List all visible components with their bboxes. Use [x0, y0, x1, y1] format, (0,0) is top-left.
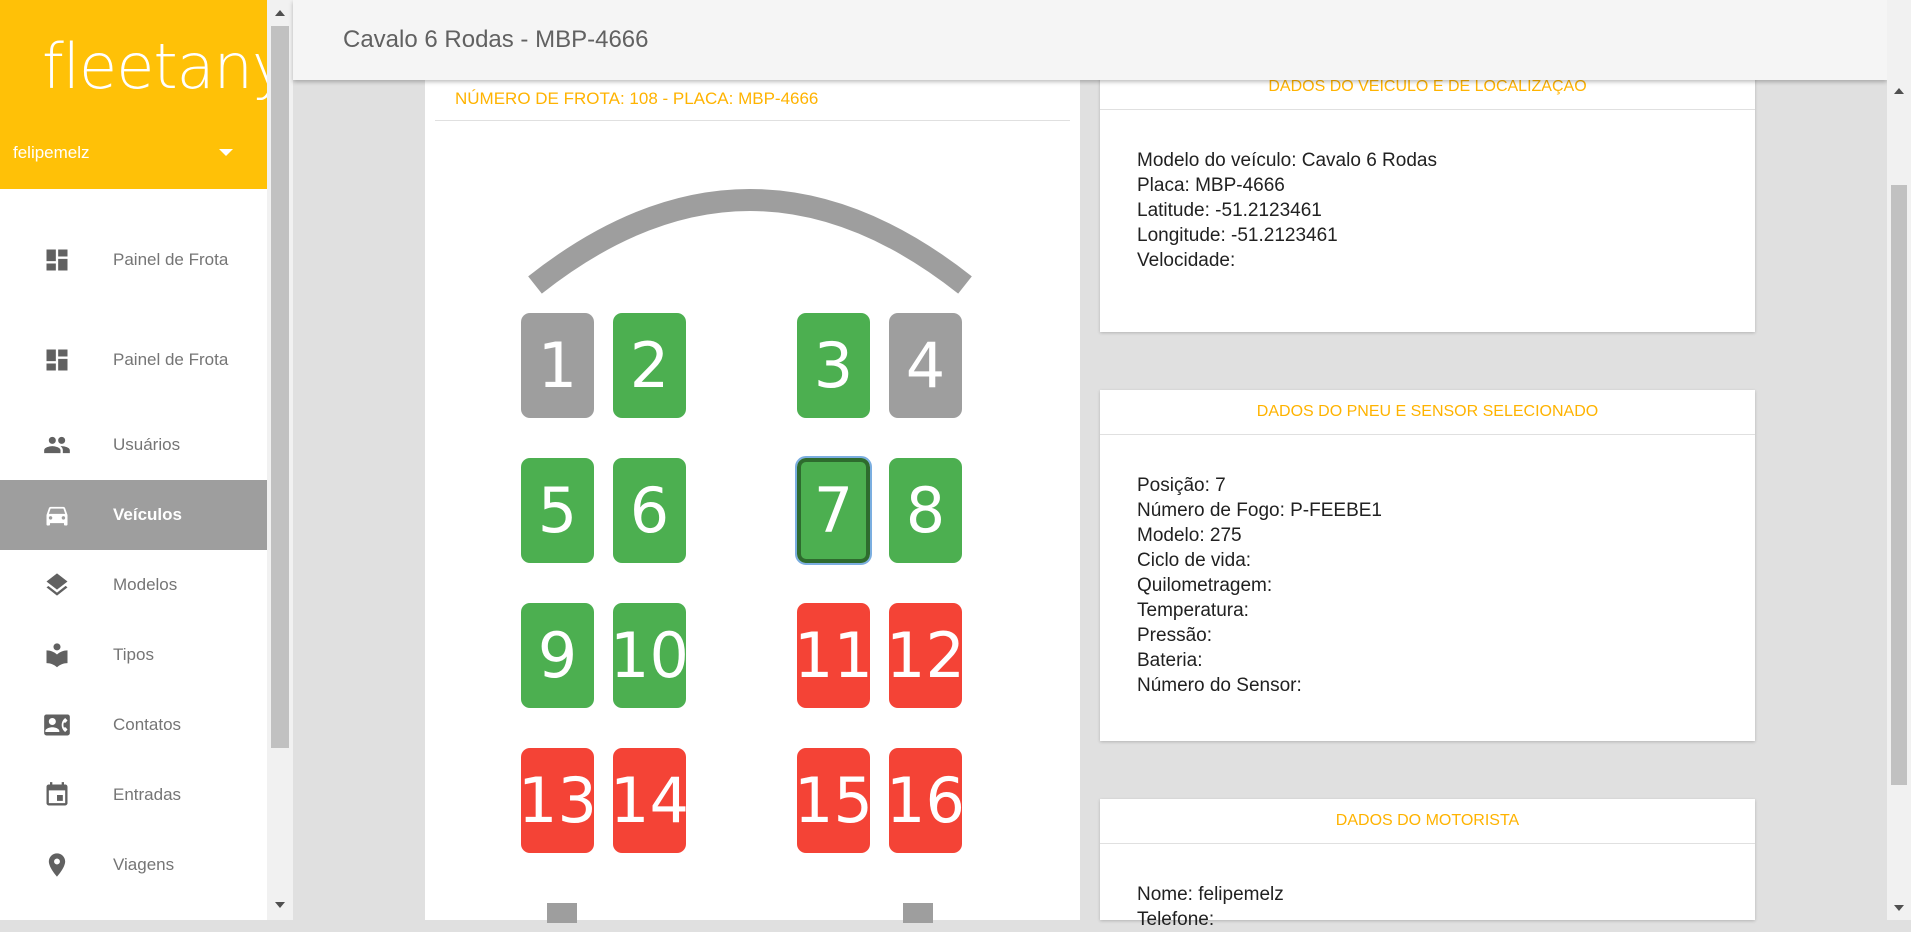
info-line: Ciclo de vida: — [1137, 550, 1252, 571]
tire-6[interactable]: 6 — [613, 458, 686, 563]
axle-stub — [547, 903, 577, 923]
info-line: Nome: felipemelz — [1137, 884, 1284, 905]
info-line: Bateria: — [1137, 650, 1203, 671]
chevron-down-icon[interactable] — [219, 149, 233, 156]
scroll-up-arrow-icon[interactable] — [1894, 88, 1904, 94]
scroll-down-arrow-icon[interactable] — [1894, 905, 1904, 911]
sidebar-item-modelos[interactable]: Modelos — [0, 550, 267, 620]
vehicle-header: NÚMERO DE FROTA: 108 - PLACA: MBP-4666 — [455, 89, 819, 108]
sidebar: fleetany felipemelz Painel de Frota Pain… — [0, 0, 267, 920]
tire-12[interactable]: 12 — [886, 603, 965, 708]
card-body: Modelo do veículo: Cavalo 6 Rodas Placa:… — [1100, 110, 1755, 273]
tire-9[interactable]: 9 — [521, 603, 594, 708]
sidebar-nav: Painel de Frota Painel de Frota Usuários… — [0, 210, 267, 900]
tire-5[interactable]: 5 — [521, 458, 594, 563]
divider — [435, 120, 1070, 121]
people-icon — [43, 431, 71, 459]
card-body: Nome: felipemelz Telefone: — [1100, 844, 1755, 932]
tire-4[interactable]: 4 — [889, 313, 962, 418]
car-icon — [43, 501, 71, 529]
tire-2[interactable]: 2 — [613, 313, 686, 418]
tire-10[interactable]: 10 — [610, 603, 689, 708]
scroll-down-arrow-icon[interactable] — [275, 902, 285, 908]
info-line: Latitude: -51.2123461 — [1137, 200, 1322, 221]
sidebar-item-tipos[interactable]: Tipos — [0, 620, 267, 690]
info-line: Posição: 7 — [1137, 475, 1226, 496]
info-line: Número de Fogo: P-FEEBE1 — [1137, 500, 1382, 521]
sidebar-item-viagens[interactable]: Viagens — [0, 830, 267, 900]
vehicle-diagram-card: NÚMERO DE FROTA: 108 - PLACA: MBP-4666 1… — [425, 75, 1080, 923]
steering-arc — [528, 189, 972, 294]
sidebar-item-label: Modelos — [113, 575, 178, 594]
tire-13[interactable]: 13 — [518, 748, 597, 853]
scrollbar-thumb[interactable] — [271, 26, 289, 748]
driver-info-card: DADOS DO MOTORISTA Nome: felipemelz Tele… — [1100, 799, 1755, 930]
info-line: Modelo do veículo: Cavalo 6 Rodas — [1137, 150, 1437, 171]
sidebar-item-painel-de-frota[interactable]: Painel de Frota — [0, 210, 267, 310]
tire-3[interactable]: 3 — [797, 313, 870, 418]
tire-15[interactable]: 15 — [794, 748, 873, 853]
sidebar-item-painel-de-frota-2[interactable]: Painel de Frota — [0, 310, 267, 410]
card-title: DADOS DO MOTORISTA — [1100, 799, 1755, 844]
scrollbar-thumb[interactable] — [1891, 185, 1907, 785]
axle-stub — [903, 903, 933, 923]
info-line: Número do Sensor: — [1137, 675, 1302, 696]
sidebar-item-veiculos[interactable]: Veículos — [0, 480, 267, 550]
info-line: Quilometragem: — [1137, 575, 1273, 596]
page-title: Cavalo 6 Rodas - MBP-4666 — [343, 26, 649, 53]
card-body: Posição: 7 Número de Fogo: P-FEEBE1 Mode… — [1100, 435, 1755, 698]
user-menu[interactable]: felipemelz — [13, 143, 243, 167]
tire-11[interactable]: 11 — [794, 603, 873, 708]
sidebar-item-label: Contatos — [113, 715, 182, 734]
layers-icon — [43, 571, 71, 599]
info-line: Temperatura: — [1137, 600, 1249, 621]
top-bar: Cavalo 6 Rodas - MBP-4666 — [293, 0, 1887, 80]
vehicle-info-card: DADOS DO VEÍCULO E DE LOCALIZAÇÃO Modelo… — [1100, 65, 1755, 332]
user-name: felipemelz — [13, 143, 90, 162]
sidebar-item-label: Viagens — [113, 855, 175, 874]
sidebar-item-label: Entradas — [113, 785, 182, 804]
location-pin-icon — [43, 851, 71, 879]
contact-card-icon — [43, 711, 71, 739]
tire-8[interactable]: 8 — [889, 458, 962, 563]
info-line: Velocidade: — [1137, 250, 1236, 271]
brand-header: fleetany felipemelz — [0, 0, 267, 189]
tire-14[interactable]: 14 — [610, 748, 689, 853]
sidebar-item-label: Tipos — [113, 645, 154, 664]
card-title: DADOS DO PNEU E SENSOR SELECIONADO — [1100, 390, 1755, 435]
sidebar-item-contatos[interactable]: Contatos — [0, 690, 267, 760]
info-line: Modelo: 275 — [1137, 525, 1242, 546]
sidebar-item-entradas[interactable]: Entradas — [0, 760, 267, 830]
tire-16[interactable]: 16 — [886, 748, 965, 853]
calendar-icon — [43, 781, 71, 809]
sidebar-scrollbar[interactable] — [267, 0, 293, 920]
sidebar-item-label: Painel de Frota — [113, 350, 229, 369]
sidebar-item-label: Painel de Frota — [113, 250, 229, 269]
app-logo[interactable]: fleetany — [42, 30, 267, 103]
main-scrollbar[interactable] — [1887, 0, 1911, 920]
tire-7-selected[interactable]: 7 — [795, 456, 872, 565]
info-line: Pressão: — [1137, 625, 1212, 646]
tire-1[interactable]: 1 — [521, 313, 594, 418]
sidebar-item-label: Usuários — [113, 435, 181, 454]
sidebar-item-label: Veículos — [113, 505, 182, 524]
info-line: Placa: MBP-4666 — [1137, 175, 1285, 196]
tire-info-card: DADOS DO PNEU E SENSOR SELECIONADO Posiç… — [1100, 390, 1755, 741]
dashboard-icon — [43, 346, 71, 374]
info-line: Longitude: -51.2123461 — [1137, 225, 1338, 246]
sidebar-item-usuarios[interactable]: Usuários — [0, 410, 267, 480]
scroll-up-arrow-icon[interactable] — [275, 10, 285, 16]
dashboard-icon — [43, 246, 71, 274]
book-icon — [43, 641, 71, 669]
